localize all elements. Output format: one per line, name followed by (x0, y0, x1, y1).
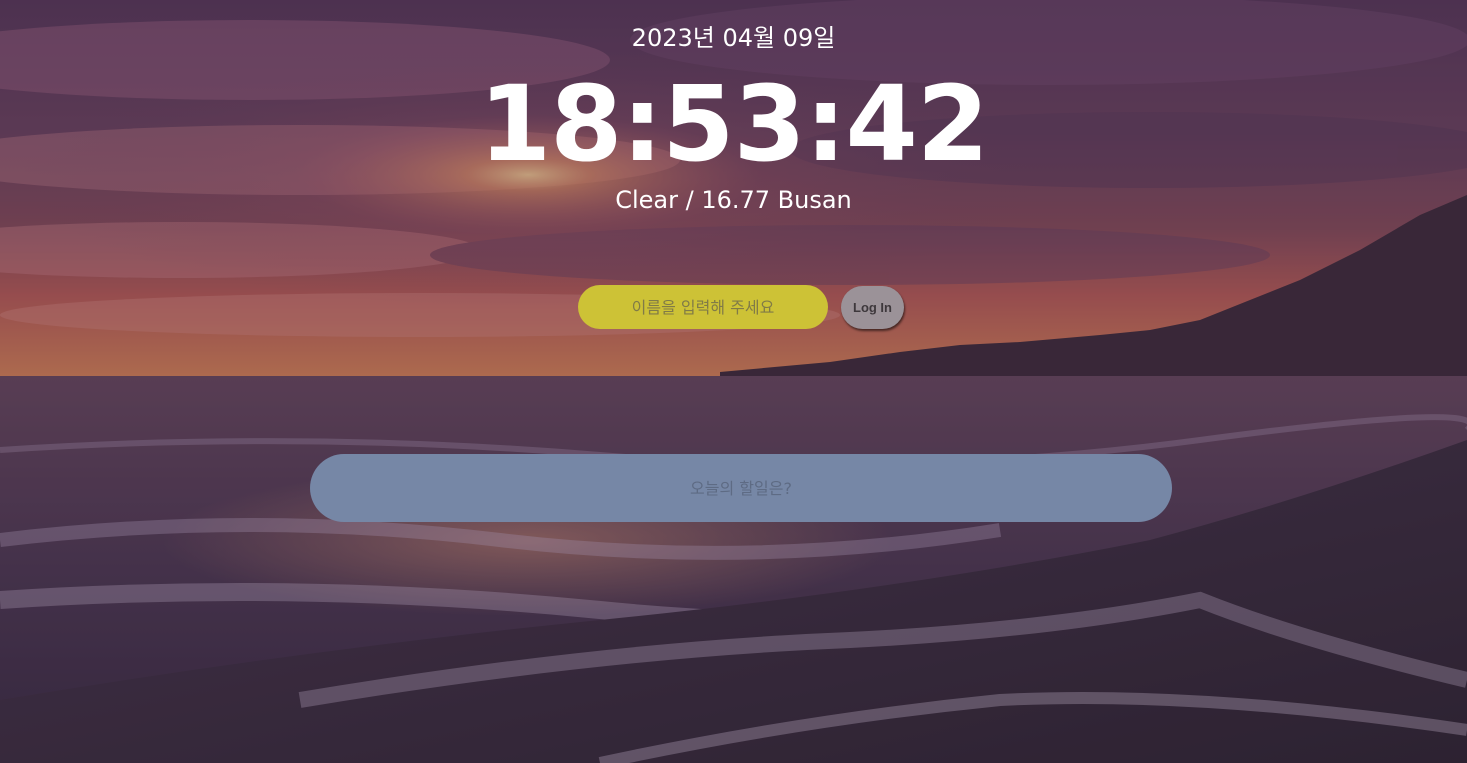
current-date: 2023년 04월 09일 (631, 24, 836, 52)
login-button[interactable]: Log In (841, 285, 904, 329)
login-form: Log In (578, 284, 904, 330)
current-time: 18:53:42 (478, 63, 989, 185)
todo-input[interactable] (310, 454, 1172, 522)
name-input[interactable] (578, 285, 828, 329)
app-root: 2023년 04월 09일 18:53:42 Clear / 16.77 Bus… (0, 0, 1467, 763)
weather-info: Clear / 16.77 Busan (615, 186, 852, 214)
